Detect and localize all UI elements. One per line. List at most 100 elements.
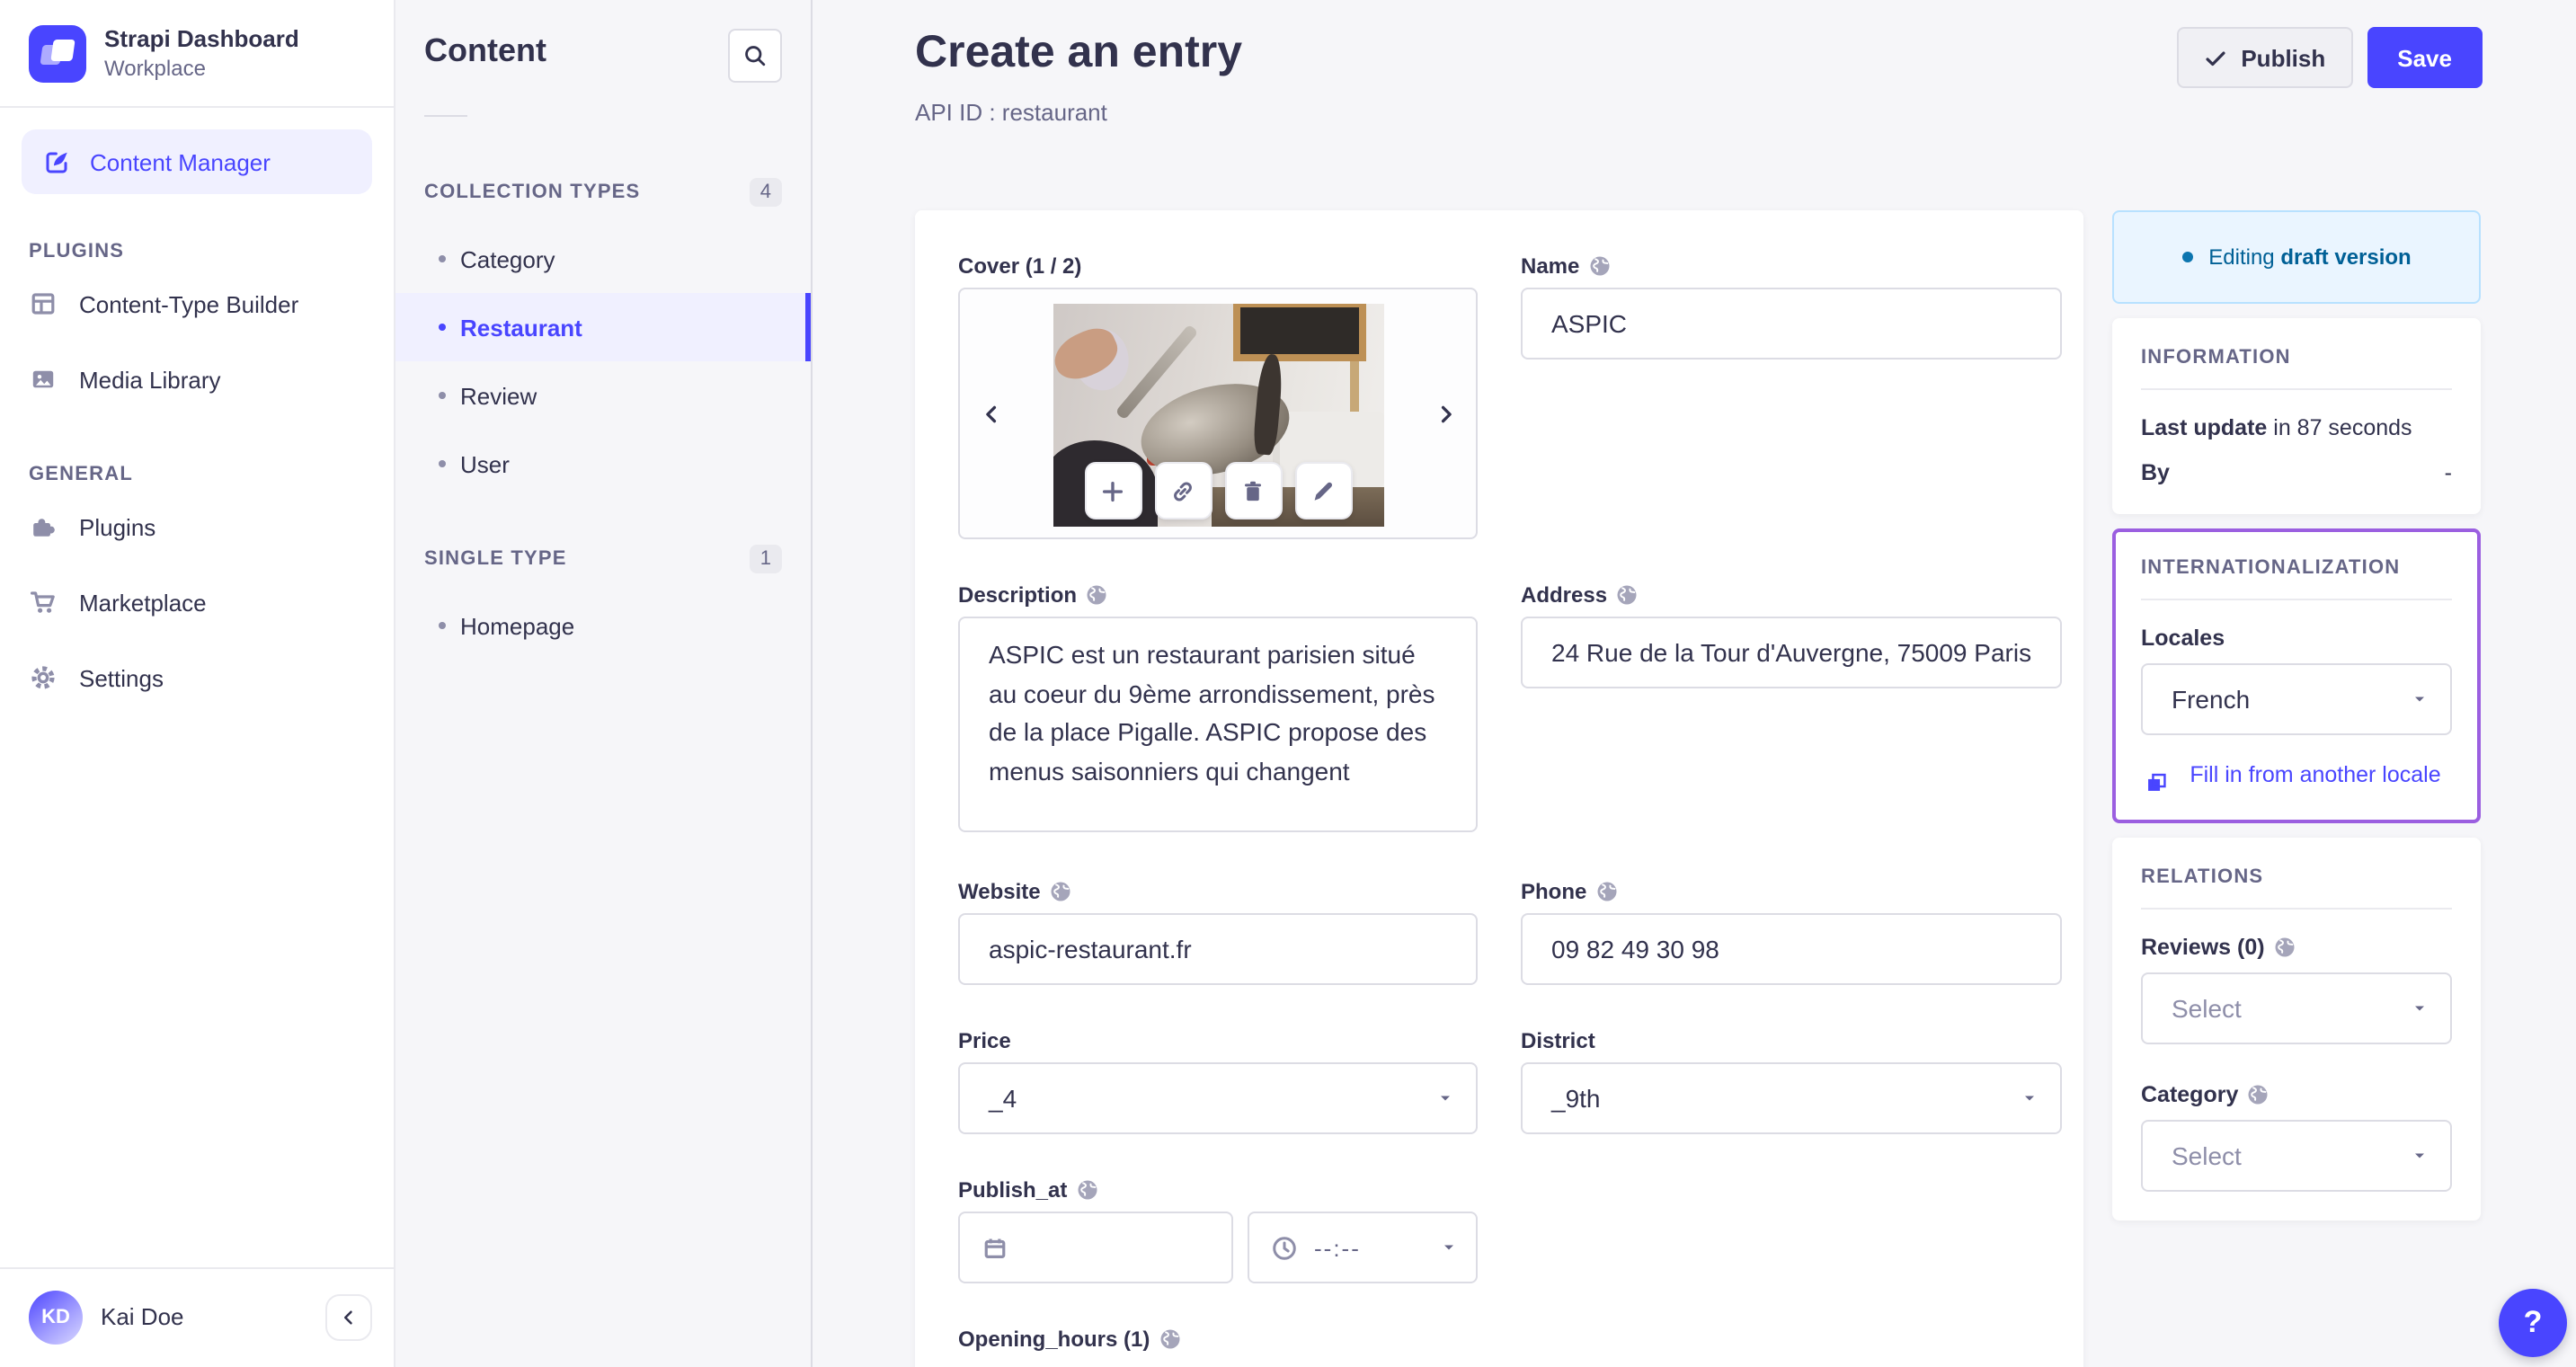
cart-icon: [29, 588, 58, 617]
sidebar-item-marketplace[interactable]: Marketplace: [0, 564, 394, 640]
publish-at-label: Publish_at: [958, 1177, 1068, 1203]
add-asset-button[interactable]: [1084, 462, 1141, 519]
search-icon: [742, 43, 768, 68]
save-button[interactable]: Save: [2367, 27, 2483, 88]
address-field: Address 24 Rue de la Tour d'Auvergne, 75…: [1521, 582, 2063, 836]
subnav-item-label: Homepage: [460, 612, 575, 639]
globe-icon: [2274, 936, 2296, 958]
sidebar-item-media-library[interactable]: Media Library: [0, 342, 394, 417]
delete-asset-button[interactable]: [1224, 462, 1282, 519]
single-type-heading: SINGLE TYPE: [424, 548, 567, 570]
publish-date-input[interactable]: [958, 1212, 1233, 1283]
puzzle-icon: [29, 512, 58, 541]
user-avatar[interactable]: KD: [29, 1290, 83, 1344]
opening-hours-field: Opening_hours (1): [958, 1327, 1478, 1352]
price-select[interactable]: _4: [958, 1062, 1478, 1134]
phone-label: Phone: [1521, 879, 1587, 904]
website-field: Website aspic-restaurant.fr: [958, 879, 1478, 985]
publish-button[interactable]: Publish: [2176, 27, 2353, 88]
divider: [424, 115, 467, 117]
collapse-sidebar-button[interactable]: [325, 1293, 372, 1340]
category-label: Category: [2141, 1082, 2239, 1107]
relations-card: RELATIONS Reviews (0) Select Category Se…: [2112, 838, 2481, 1221]
page-title: Create an entry: [915, 27, 1243, 77]
draft-version-banner: Editing draft version: [2112, 210, 2481, 304]
carousel-prev-button[interactable]: [974, 397, 1007, 430]
website-label: Website: [958, 879, 1041, 904]
brand-workspace: Workplace: [104, 55, 206, 81]
last-update-label: Last update: [2141, 415, 2268, 440]
caret-down-icon: [2021, 1089, 2039, 1107]
locale-select[interactable]: French: [2141, 663, 2452, 735]
sidebar-item-label: Settings: [79, 664, 164, 691]
reviews-select[interactable]: Select: [2141, 972, 2452, 1044]
caret-down-icon: [2411, 999, 2429, 1017]
name-input[interactable]: ASPIC: [1521, 288, 2063, 360]
opening-hours-label: Opening_hours (1): [958, 1327, 1150, 1352]
address-label: Address: [1521, 582, 1608, 608]
name-field: Name ASPIC: [1521, 253, 2063, 360]
subnav-item-review[interactable]: Review: [395, 361, 811, 430]
chevron-left-icon: [334, 1302, 363, 1331]
category-select-placeholder: Select: [2172, 1141, 2242, 1170]
information-card: INFORMATION Last update in 87 seconds By…: [2112, 318, 2481, 514]
edit-asset-button[interactable]: [1294, 462, 1352, 519]
publish-time-input[interactable]: --:--: [1248, 1212, 1478, 1283]
image-icon: [29, 365, 58, 394]
locale-value: French: [2172, 685, 2251, 714]
subnav-item-restaurant[interactable]: Restaurant: [395, 293, 811, 361]
sidebar-item-label: Content Manager: [90, 148, 271, 175]
description-field: Description ASPIC est un restaurant pari…: [958, 582, 1478, 832]
district-label: District: [1521, 1028, 1595, 1053]
sidebar-item-label: Plugins: [79, 513, 156, 540]
category-select[interactable]: Select: [2141, 1120, 2452, 1192]
subnav-item-label: User: [460, 450, 510, 477]
description-textarea[interactable]: ASPIC est un restaurant parisien situé a…: [958, 617, 1478, 832]
sidebar-item-label: Content-Type Builder: [79, 290, 299, 317]
price-value: _4: [989, 1084, 1017, 1113]
globe-icon: [1616, 584, 1638, 606]
caret-down-icon: [2411, 690, 2429, 708]
information-heading: INFORMATION: [2141, 347, 2291, 368]
district-value: _9th: [1551, 1084, 1601, 1113]
save-button-label: Save: [2397, 44, 2452, 71]
address-input[interactable]: 24 Rue de la Tour d'Auvergne, 75009 Pari…: [1521, 617, 2063, 688]
phone-input[interactable]: 09 82 49 30 98: [1521, 913, 2063, 985]
subnav-item-homepage[interactable]: Homepage: [395, 591, 811, 660]
carousel-next-button[interactable]: [1429, 397, 1461, 430]
main-content: Create an entry API ID : restaurant Publ…: [813, 0, 2576, 1367]
search-button[interactable]: [728, 29, 782, 83]
strapi-app: Strapi Dashboard Workplace Content Manag…: [0, 0, 2576, 1367]
fill-from-locale-link[interactable]: Fill in from another locale: [2141, 757, 2452, 794]
subnav-item-user[interactable]: User: [395, 430, 811, 498]
draft-banner-prefix: Editing: [2208, 244, 2275, 270]
copy-link-button[interactable]: [1154, 462, 1212, 519]
locales-label: Locales: [2141, 626, 2225, 651]
sidebar-item-content-type-builder[interactable]: Content-Type Builder: [0, 266, 394, 342]
phone-field: Phone 09 82 49 30 98: [1521, 879, 2063, 985]
by-row: By -: [2141, 460, 2452, 485]
district-select[interactable]: _9th: [1521, 1062, 2063, 1134]
sidebar-item-plugins[interactable]: Plugins: [0, 489, 394, 564]
subnav-item-category[interactable]: Category: [395, 225, 811, 293]
clock-icon: [1271, 1234, 1298, 1261]
subnav-item-label: Category: [460, 245, 555, 272]
entry-side-panel: Editing draft version INFORMATION Last u…: [2112, 210, 2481, 1221]
publish-button-label: Publish: [2241, 44, 2326, 71]
collection-types-heading: COLLECTION TYPES: [424, 182, 641, 203]
globe-icon: [1595, 881, 1617, 902]
nav-section-general: GENERAL: [29, 464, 133, 485]
draft-dot-icon: [2181, 252, 2193, 262]
collection-types-count-badge: 4: [749, 178, 782, 207]
last-update-value: in 87 seconds: [2267, 415, 2412, 440]
sidebar-item-label: Media Library: [79, 366, 221, 393]
internationalization-card: INTERNATIONALIZATION Locales French Fill…: [2112, 528, 2481, 823]
api-id-subtitle: API ID : restaurant: [915, 99, 1107, 126]
sidebar-item-label: Marketplace: [79, 589, 207, 616]
sidebar-item-content-manager[interactable]: Content Manager: [22, 129, 372, 194]
subnav-item-label: Review: [460, 382, 537, 409]
help-button[interactable]: ?: [2499, 1288, 2567, 1356]
sidebar-item-settings[interactable]: Settings: [0, 640, 394, 715]
globe-icon: [1588, 255, 1610, 277]
website-input[interactable]: aspic-restaurant.fr: [958, 913, 1478, 985]
